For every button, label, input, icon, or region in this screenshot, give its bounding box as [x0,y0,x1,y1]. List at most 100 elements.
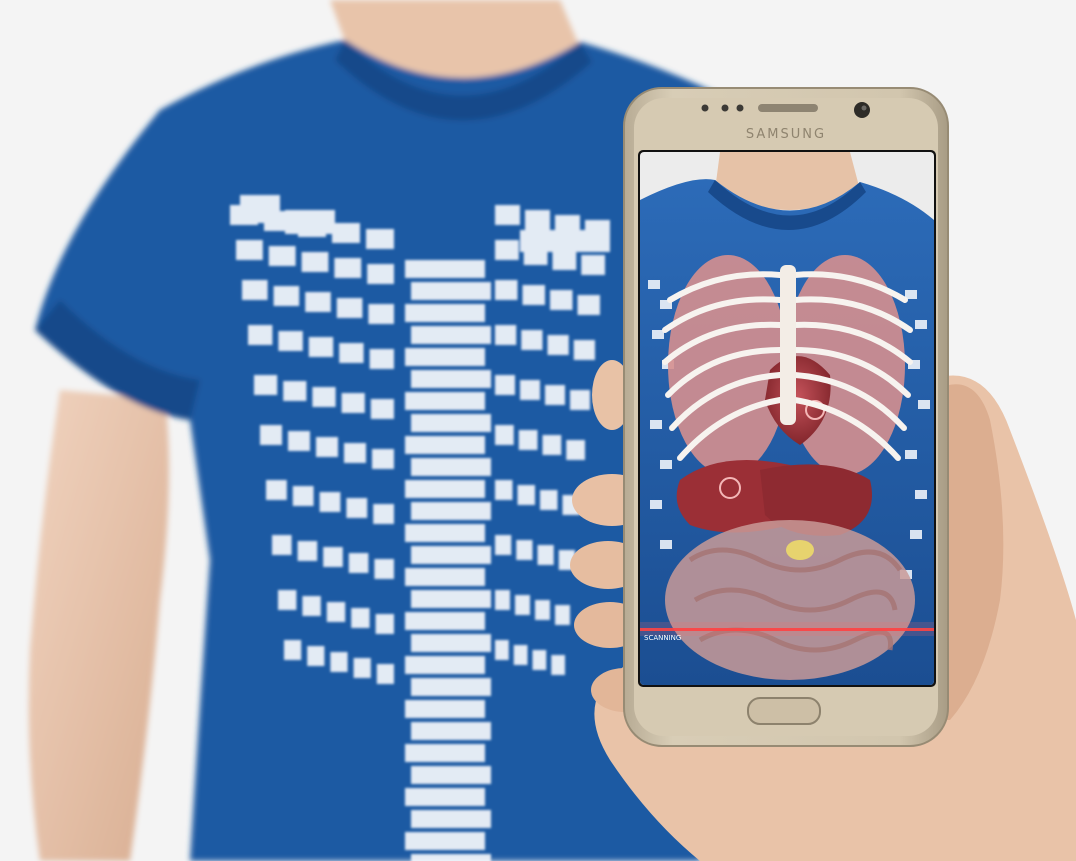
print-pixel [373,504,394,524]
print-pixel [288,431,310,451]
print-pixel [376,664,394,684]
print-pixel [332,223,360,243]
smartphone: SAMSUNG SCANNING [623,87,949,747]
print-pixel [268,246,296,266]
print-pixel [285,210,335,234]
print-pixel [915,320,927,329]
print-pixel [532,650,547,670]
print-pixel [515,595,530,615]
print-pixel [535,600,550,620]
print-pixel [551,655,565,675]
print-pixel [308,337,334,357]
print-pixel [648,280,660,289]
print-pixel [411,458,491,476]
gallbladder [786,540,814,560]
print-pixel [411,326,491,344]
print-pixel [650,500,662,509]
front-camera-icon [854,102,870,118]
print-pixel [918,400,930,409]
print-pixel [405,832,485,850]
print-pixel [339,343,364,363]
print-pixel [305,292,331,312]
print-pixel [547,335,569,355]
photo-canvas: SAMSUNG SCANNING [0,0,1076,861]
print-pixel [240,195,280,223]
print-pixel [316,437,338,457]
print-pixel [272,535,292,555]
print-pixel [405,656,485,674]
print-pixel [297,541,318,561]
print-pixel [411,634,491,652]
print-pixel [369,349,394,369]
print-pixel [367,264,394,284]
print-pixel [405,524,485,542]
print-pixel [323,547,343,567]
print-pixel [520,380,540,400]
print-pixel [513,645,528,665]
print-pixel [370,399,394,419]
print-pixel [312,387,336,407]
print-pixel [278,590,297,610]
print-pixel [660,460,672,469]
print-pixel [652,330,664,339]
print-pixel [353,658,371,678]
print-pixel [552,250,577,270]
scanning-status: SCANNING [644,634,681,642]
print-pixel [905,450,917,459]
print-pixel [521,330,543,350]
print-pixel [283,381,307,401]
print-pixel [348,553,369,573]
print-pixel [411,546,491,564]
print-pixel [660,540,672,549]
print-pixel [537,545,554,565]
print-pixel [566,440,585,460]
print-pixel [405,436,485,454]
print-pixel [495,280,518,300]
print-pixel [577,295,600,315]
print-pixel [411,502,491,520]
photo-scene: SAMSUNG SCANNING [0,0,1076,861]
ar-screen: SCANNING [640,152,934,685]
print-pixel [411,282,491,300]
print-pixel [278,331,303,351]
print-pixel [375,614,394,634]
print-pixel [266,480,287,500]
print-pixel [344,443,366,463]
print-pixel [284,640,302,660]
print-pixel [411,810,491,828]
print-pixel [302,596,321,616]
sternum [780,265,796,425]
print-pixel [326,602,346,622]
print-pixel [301,252,329,272]
sensor-icon [736,104,744,112]
print-pixel [517,485,535,505]
print-pixel [522,285,545,305]
print-pixel [495,590,510,610]
print-pixel [405,392,485,410]
print-pixel [495,425,514,445]
print-pixel [405,304,485,322]
print-pixel [550,290,573,310]
print-pixel [242,280,268,300]
print-pixel [260,425,282,445]
print-pixel [334,258,362,278]
print-pixel [346,498,368,518]
print-pixel [405,612,485,630]
print-pixel [411,766,491,784]
print-pixel [915,490,927,499]
home-button-icon [747,697,821,725]
print-pixel [236,240,263,260]
print-pixel [411,414,491,432]
print-pixel [405,260,485,278]
print-pixel [545,385,565,405]
print-pixel [319,492,341,512]
print-pixel [336,298,363,318]
print-pixel [495,535,512,555]
print-pixel [650,420,662,429]
print-pixel [495,480,513,500]
print-pixel [405,788,485,806]
print-pixel [495,205,520,225]
print-pixel [405,348,485,366]
sensor-icon [701,104,709,112]
print-pixel [374,559,394,579]
